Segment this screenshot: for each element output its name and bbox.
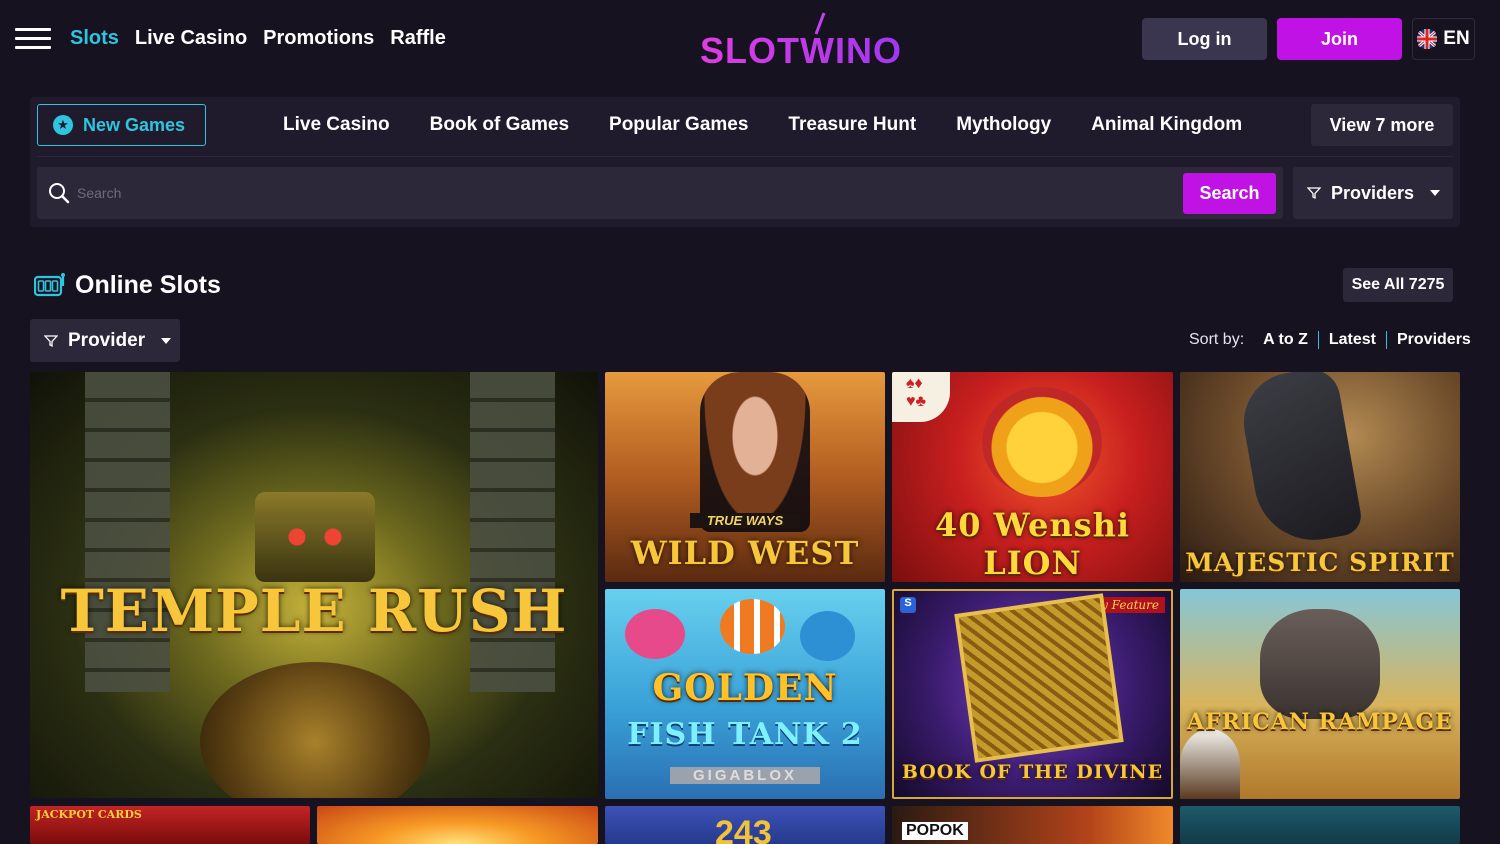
- card-suits-badge: ♠♦ ♥♣: [892, 372, 950, 422]
- view-more-button[interactable]: View 7 more: [1311, 104, 1453, 146]
- eagle-figure: [1180, 729, 1240, 799]
- uk-flag-icon: [1417, 29, 1438, 49]
- game-title: 243: [715, 814, 772, 844]
- game-tag: TRUE WAYS: [690, 513, 800, 528]
- chevron-down-icon: [161, 337, 172, 344]
- sort-separator: [1317, 331, 1319, 349]
- site-header: Slots Live Casino Promotions Raffle SLOT…: [0, 0, 1500, 80]
- game-tile-fire[interactable]: [317, 806, 598, 844]
- fish-orange: [720, 599, 785, 654]
- game-tile-popok[interactable]: POPOK: [892, 806, 1173, 844]
- login-button[interactable]: Log in: [1142, 18, 1267, 60]
- game-title: TEMPLE RUSH: [60, 577, 568, 645]
- nav-raffle[interactable]: Raffle: [390, 27, 446, 50]
- sort-separator: [1386, 331, 1387, 349]
- game-tag: GIGABLOX: [670, 767, 820, 784]
- top-nav: Slots Live Casino Promotions Raffle: [70, 27, 446, 50]
- game-tile-wenshi-lion[interactable]: ♠♦ ♥♣ 40 Wenshi LION: [892, 372, 1173, 582]
- slot-machine-icon: [34, 273, 65, 297]
- rhino-figure: [1260, 609, 1380, 719]
- provider-filter-button[interactable]: Provider: [30, 319, 180, 362]
- game-tile-teal[interactable]: [1180, 806, 1460, 844]
- language-selector[interactable]: EN: [1412, 18, 1475, 60]
- temple-medallion: [200, 662, 430, 798]
- tab-new-games[interactable]: ★ New Games: [37, 104, 206, 146]
- provider-filter-label: Provider: [68, 329, 146, 351]
- providers-dropdown[interactable]: Providers: [1293, 167, 1453, 219]
- providers-label: Providers: [1331, 182, 1415, 203]
- tab-animal-kingdom[interactable]: Animal Kingdom: [1091, 114, 1242, 136]
- nav-live-casino[interactable]: Live Casino: [135, 27, 247, 50]
- game-title: MAJESTIC SPIRIT: [1185, 548, 1455, 577]
- menu-icon[interactable]: [15, 28, 51, 50]
- tab-live-casino[interactable]: Live Casino: [283, 114, 390, 136]
- search-icon: [49, 183, 70, 204]
- game-title: WILD WEST: [630, 534, 860, 572]
- filter-icon: [1307, 187, 1321, 200]
- chevron-down-icon: [1430, 190, 1441, 196]
- section-title: Online Slots: [75, 271, 221, 299]
- game-tile-book-of-the-divine[interactable]: S Buy Feature BOOK OF THE DIVINE: [892, 589, 1173, 799]
- divine-book: [954, 593, 1124, 763]
- nav-promotions[interactable]: Promotions: [263, 27, 374, 50]
- sort-bar: Sort by: A to Z Latest Providers: [1189, 331, 1471, 349]
- provider-badge-icon: S: [900, 597, 916, 613]
- filter-icon: [44, 334, 58, 347]
- tab-new-games-label: New Games: [83, 114, 186, 135]
- game-tile-243[interactable]: 243: [605, 806, 885, 844]
- game-tile-wild-west[interactable]: TRUE WAYS WILD WEST: [605, 372, 885, 582]
- lion-head: [982, 387, 1102, 497]
- fish-blue: [800, 611, 855, 661]
- sort-latest[interactable]: Latest: [1329, 331, 1376, 349]
- game-tile-temple-rush[interactable]: TEMPLE RUSH: [30, 372, 598, 798]
- see-all-button[interactable]: See All 7275: [1343, 268, 1453, 302]
- category-tabs: Live Casino Book of Games Popular Games …: [283, 114, 1242, 136]
- sort-providers[interactable]: Providers: [1397, 331, 1471, 349]
- game-tile-majestic-spirit[interactable]: MAJESTIC SPIRIT: [1180, 372, 1460, 582]
- horse-figure: [1235, 372, 1365, 550]
- game-title: JACKPOT CARDS: [36, 808, 142, 821]
- game-subtitle: FISH TANK 2: [627, 717, 863, 752]
- game-title: GOLDEN: [652, 667, 838, 709]
- game-title: BOOK OF THE DIVINE: [901, 761, 1164, 783]
- game-title: AFRICAN RAMPAGE: [1187, 709, 1453, 735]
- sort-label: Sort by:: [1189, 331, 1245, 348]
- join-button[interactable]: Join: [1277, 18, 1402, 60]
- search-input[interactable]: [77, 179, 1077, 207]
- category-panel: ★ New Games Live Casino Book of Games Po…: [30, 97, 1460, 227]
- logo[interactable]: SLOTWINO: [700, 12, 901, 71]
- tab-mythology[interactable]: Mythology: [956, 114, 1051, 136]
- game-title: POPOK: [902, 822, 968, 840]
- game-tile-african-rampage[interactable]: AFRICAN RAMPAGE: [1180, 589, 1460, 799]
- game-tile-jackpot-cards[interactable]: JACKPOT CARDS: [30, 806, 310, 844]
- language-code: EN: [1443, 28, 1470, 49]
- divider: [37, 156, 1453, 157]
- fish-pink: [625, 609, 685, 659]
- nav-slots[interactable]: Slots: [70, 27, 119, 50]
- search-bar: Search: [37, 167, 1283, 219]
- logo-text: SLOTWINO: [700, 30, 902, 71]
- game-title: 40 Wenshi LION: [934, 506, 1131, 582]
- tab-book-of-games[interactable]: Book of Games: [430, 114, 569, 136]
- temple-mask: [255, 492, 375, 582]
- search-button[interactable]: Search: [1183, 173, 1276, 214]
- tab-treasure-hunt[interactable]: Treasure Hunt: [788, 114, 916, 136]
- sort-a-to-z[interactable]: A to Z: [1263, 331, 1308, 349]
- cowgirl-figure: [700, 372, 810, 532]
- tab-popular-games[interactable]: Popular Games: [609, 114, 748, 136]
- star-icon: ★: [53, 115, 73, 135]
- game-tile-golden-fish-tank-2[interactable]: GOLDEN FISH TANK 2 GIGABLOX: [605, 589, 885, 799]
